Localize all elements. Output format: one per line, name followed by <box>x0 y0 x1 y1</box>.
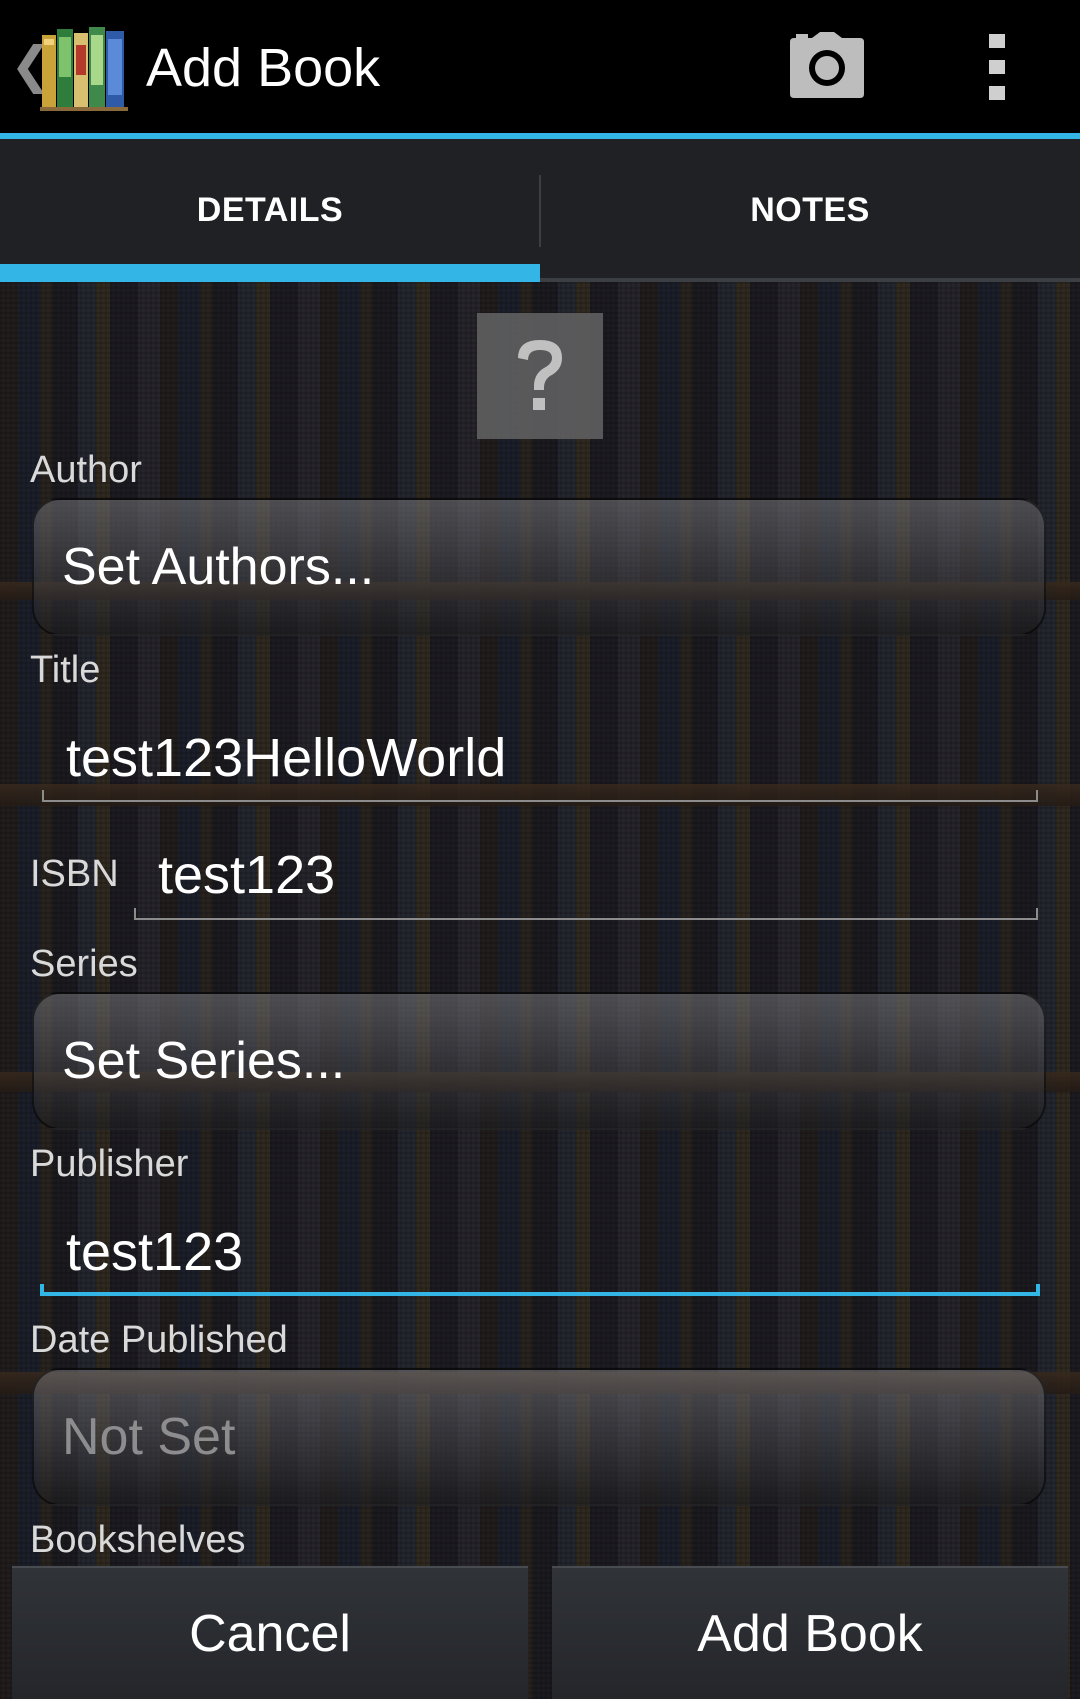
camera-icon[interactable] <box>790 32 864 98</box>
title-field-underline <box>42 800 1038 802</box>
isbn-field-underline-tick <box>1036 908 1038 920</box>
tab-bar: DETAILS NOTES <box>0 139 1080 282</box>
publisher-label: Publisher <box>30 1143 189 1185</box>
author-label: Author <box>30 449 142 491</box>
title-field-underline-tick <box>42 790 44 802</box>
app-logo-icon[interactable] <box>40 25 128 111</box>
set-series-button[interactable]: Set Series... <box>32 992 1046 1130</box>
screen-title: Add Book <box>146 38 381 98</box>
question-mark-icon <box>518 340 562 410</box>
isbn-field-underline-tick <box>134 908 136 920</box>
cover-thumbnail[interactable] <box>477 313 603 439</box>
publisher-field-underline-tick <box>1036 1284 1040 1296</box>
isbn-field-underline <box>134 918 1038 920</box>
tab-details[interactable]: DETAILS <box>0 139 540 282</box>
tab-notes[interactable]: NOTES <box>540 139 1080 282</box>
isbn-label: ISBN <box>30 853 119 895</box>
set-authors-button[interactable]: Set Authors... <box>32 498 1046 636</box>
series-label: Series <box>30 943 138 985</box>
bookshelves-label: Bookshelves <box>30 1519 246 1561</box>
bottom-button-bar: Cancel Add Book <box>0 1566 1080 1699</box>
publisher-field[interactable]: test123 <box>66 1220 243 1284</box>
cancel-button[interactable]: Cancel <box>12 1566 528 1699</box>
title-field[interactable]: test123HelloWorld <box>66 726 506 790</box>
publisher-field-underline-tick <box>40 1284 44 1296</box>
date-published-label: Date Published <box>30 1319 288 1361</box>
publisher-field-underline <box>40 1292 1040 1296</box>
tab-selected-indicator <box>0 264 540 282</box>
title-label: Title <box>30 649 101 691</box>
action-bar: ❮ Add Book <box>0 0 1080 133</box>
overflow-menu-icon[interactable] <box>985 34 1009 100</box>
date-published-button[interactable]: Not Set <box>32 1368 1046 1506</box>
isbn-field[interactable]: test123 <box>158 843 335 907</box>
title-field-underline-tick <box>1036 790 1038 802</box>
add-book-button[interactable]: Add Book <box>552 1566 1068 1699</box>
